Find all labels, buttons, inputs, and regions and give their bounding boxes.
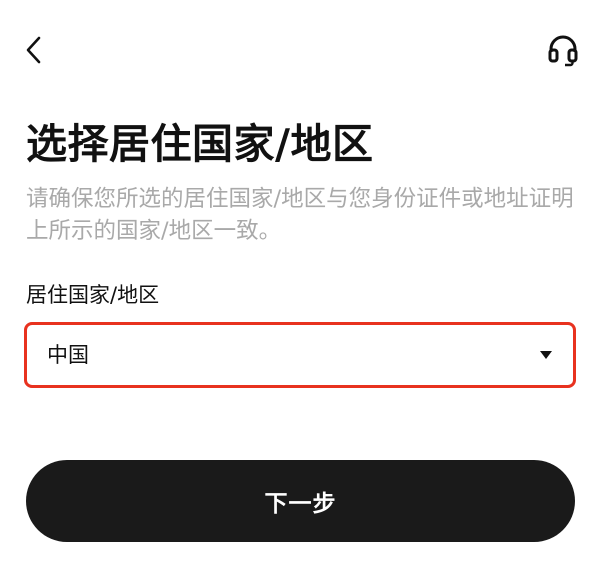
next-button[interactable]: 下一步 bbox=[26, 460, 575, 542]
page-title: 选择居住国家/地区 bbox=[26, 120, 374, 168]
page-subtitle: 请确保您所选的居住国家/地区与您身份证件或地址证明上所示的国家/地区一致。 bbox=[26, 186, 574, 244]
selected-country-value: 中国 bbox=[47, 343, 89, 367]
top-bar bbox=[0, 0, 600, 100]
residence-country-select[interactable]: 中国 bbox=[24, 322, 576, 388]
chevron-left-icon bbox=[26, 36, 41, 64]
residence-field-label: 居住国家/地区 bbox=[26, 283, 160, 307]
caret-down-icon bbox=[540, 351, 552, 359]
back-button[interactable] bbox=[18, 32, 50, 68]
customer-support-button[interactable] bbox=[544, 31, 582, 69]
headset-icon bbox=[548, 35, 578, 67]
